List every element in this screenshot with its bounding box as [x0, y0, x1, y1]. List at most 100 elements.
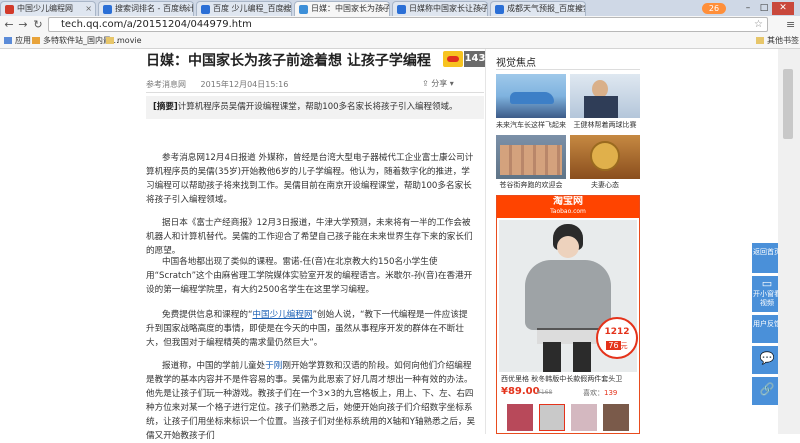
scrollbar-thumb[interactable]	[783, 69, 793, 139]
bookmark-label: movie	[117, 36, 142, 45]
forward-arrow-icon[interactable]: →	[16, 18, 30, 32]
article-abstract: [摘要]计算机程序员吴儒开设编程课堂，帮助100多名家长将孩子引入编程领域。	[146, 96, 484, 119]
abstract-tag: [摘要]	[153, 102, 178, 112]
article-source[interactable]: 参考消息网	[146, 80, 186, 89]
sidebar-heading: 视觉焦点	[496, 58, 536, 69]
reload-icon[interactable]: ↻	[31, 18, 45, 32]
tab-label: 成都天气预报_百度搜索	[507, 4, 586, 13]
article-date: 2015年12月04日15:16	[200, 80, 289, 89]
bookmark-apps[interactable]: 应用	[4, 34, 31, 48]
ad-description[interactable]: 西优里格 秋冬韩版中长款假两件套头卫	[501, 374, 622, 384]
article-paragraph: 据日本《富士产经商报》12月3日报道，牛津大学预测，未来将有一半的工作会被机器人…	[146, 218, 473, 256]
baidu-favicon-icon	[397, 5, 406, 14]
badge-price: 76	[606, 341, 621, 350]
divider	[146, 92, 484, 93]
qq-favicon-icon	[299, 5, 308, 14]
tab-1[interactable]: 中国少儿编程网 ×	[0, 1, 96, 16]
tab-4-active[interactable]: 日媒：中国家长为孩子前途着 ×	[294, 1, 390, 16]
divider	[496, 69, 640, 70]
focus-caption[interactable]: 夫妻心态	[570, 180, 640, 190]
bookmark-label: 其他书签	[767, 36, 799, 45]
focus-image-car[interactable]	[496, 74, 566, 118]
focus-caption[interactable]: 未来汽车长这样飞起来	[496, 120, 566, 130]
folder-icon	[106, 37, 114, 44]
share-icon: ⇪	[422, 79, 432, 88]
keyword-link[interactable]: 于刚	[265, 361, 282, 371]
ad-likes: 喜欢：139	[583, 388, 617, 398]
bookmark-movie[interactable]: movie	[106, 34, 142, 48]
column-divider	[485, 49, 486, 434]
maximize-icon[interactable]: □	[756, 2, 772, 15]
ad-thumbnail[interactable]	[571, 404, 597, 431]
close-icon[interactable]: ×	[379, 2, 386, 16]
ad-header: 淘宝网 Taobao.com	[497, 196, 639, 218]
page-content: 日媒：中国家长为孩子前途着想 让孩子学编程 143 参考消息网 2015年12月…	[0, 49, 800, 441]
ad-old-price: ¥168	[537, 389, 553, 396]
article-paragraph: 报道称，中国的学前儿童处于刚刚开始学算数和汉语的阶段。如何向他们介绍编程是教学的…	[146, 359, 476, 443]
baidu-favicon-icon	[103, 5, 112, 14]
close-window-icon[interactable]: ✕	[772, 2, 794, 15]
close-icon[interactable]: ×	[477, 2, 484, 16]
tab-5[interactable]: 日媒称中国家长让孩子学编 ×	[392, 1, 488, 16]
bookmark-star-icon[interactable]: ☆	[754, 18, 763, 31]
article-paragraph: 免费提供信息和课程的“中国少儿编程网”创始人说，“教下一代编程是一件应该提升到国…	[146, 310, 468, 348]
article-paragraph: 中国各地都出现了类似的课程。雷诺-任(音)在北京教大约150名小学生使用“Scr…	[146, 257, 473, 295]
article-title: 日媒：中国家长为孩子前途着想 让孩子学编程	[146, 53, 431, 69]
paragraph-text: 免费提供信息和课程的	[162, 310, 248, 320]
article-meta: 参考消息网 2015年12月04日15:16	[146, 79, 288, 90]
tab-6[interactable]: 成都天气预报_百度搜索 ×	[490, 1, 586, 16]
close-icon[interactable]: ×	[85, 2, 92, 16]
baidu-favicon-icon	[201, 5, 210, 14]
folder-icon	[756, 37, 764, 44]
focus-image-person[interactable]	[570, 74, 640, 118]
apps-grid-icon	[4, 37, 12, 44]
baidu-favicon-icon	[495, 5, 504, 14]
abstract-text: 计算机程序员吴儒开设编程课堂，帮助100多名家长将孩子引入编程领域。	[177, 102, 458, 112]
share-label: 分享	[431, 79, 448, 88]
bookmark-label: 应用	[15, 36, 31, 45]
ad-thumbnail[interactable]	[603, 404, 629, 431]
ad-domain: Taobao.com	[550, 208, 586, 215]
comment-logo-icon[interactable]	[443, 51, 463, 67]
tab-2[interactable]: 搜索词排名 - 百度统计 ×	[98, 1, 194, 16]
focus-caption[interactable]: 苍谷街奔跑的欢迎会	[496, 180, 566, 190]
site-favicon-icon	[5, 5, 14, 14]
close-icon[interactable]: ×	[575, 2, 582, 16]
share-button[interactable]: ⇪ 分享 ▾	[422, 78, 454, 89]
tab-label: 搜索词排名 - 百度统计	[115, 4, 194, 13]
ad-brand: 淘宝网	[553, 196, 583, 207]
ad-thumbnail[interactable]	[539, 404, 565, 431]
ad-thumbnail-strip	[499, 402, 637, 433]
paragraph-text: 刚开始学算数和汉语的阶段。如何向他们介绍编程是教学的基本内容并不是件容易的事。吴…	[146, 361, 476, 441]
bookmark-other[interactable]: 其他书签	[756, 34, 799, 48]
badge-unit: 元	[620, 342, 628, 350]
badge-event: 1212	[604, 327, 630, 337]
back-arrow-icon[interactable]: ←	[2, 18, 16, 32]
tab-label: 百度 少儿编程_百度搜索	[213, 4, 292, 13]
menu-icon[interactable]: ≡	[786, 18, 795, 31]
browser-toolbar: ← → ↻ tech.qq.com/a/20151204/044979.htm …	[0, 16, 800, 34]
taobao-ad[interactable]: 淘宝网 Taobao.com 西优里格 秋冬韩版中长款假两件套头卫 ¥89.00…	[496, 195, 640, 434]
tab-label: 日媒称中国家长让孩子学编	[409, 4, 487, 13]
paragraph-text: 报道称，中国的学前儿童处	[162, 361, 266, 371]
bookmarks-bar: 应用 多特软件站_国内最... movie 其他书签	[0, 34, 800, 49]
tab-label: 中国少儿编程网	[17, 4, 73, 13]
article-paragraph: 参考消息网12月4日报道 外媒称，曾经是台湾大型电子器械代工企业富士康公司计算机…	[146, 153, 474, 205]
focus-caption[interactable]: 王健林帮着两球比赛	[570, 120, 640, 130]
tab-strip: 中国少儿编程网 × 搜索词排名 - 百度统计 × 百度 少儿编程_百度搜索 × …	[0, 0, 800, 16]
close-icon[interactable]: ×	[183, 2, 190, 16]
likes-label: 喜欢：	[583, 389, 604, 397]
comment-count[interactable]: 143	[464, 51, 486, 67]
focus-image-crowd[interactable]	[496, 135, 566, 179]
minimize-icon[interactable]: –	[740, 2, 756, 15]
site-link[interactable]: 中国少儿编程网	[252, 310, 312, 320]
focus-image-coin[interactable]	[570, 135, 640, 179]
ad-thumbnail[interactable]	[507, 404, 533, 431]
new-tab-button[interactable]: 26	[702, 3, 726, 14]
url-text: tech.qq.com/a/20151204/044979.htm	[61, 19, 252, 30]
ad-price-badge: 1212 76 元	[596, 317, 638, 359]
tab-label: 日媒：中国家长为孩子前途着	[311, 4, 389, 13]
tab-3[interactable]: 百度 少儿编程_百度搜索 ×	[196, 1, 292, 16]
close-icon[interactable]: ×	[281, 2, 288, 16]
address-bar[interactable]: tech.qq.com/a/20151204/044979.htm ☆	[48, 17, 768, 32]
